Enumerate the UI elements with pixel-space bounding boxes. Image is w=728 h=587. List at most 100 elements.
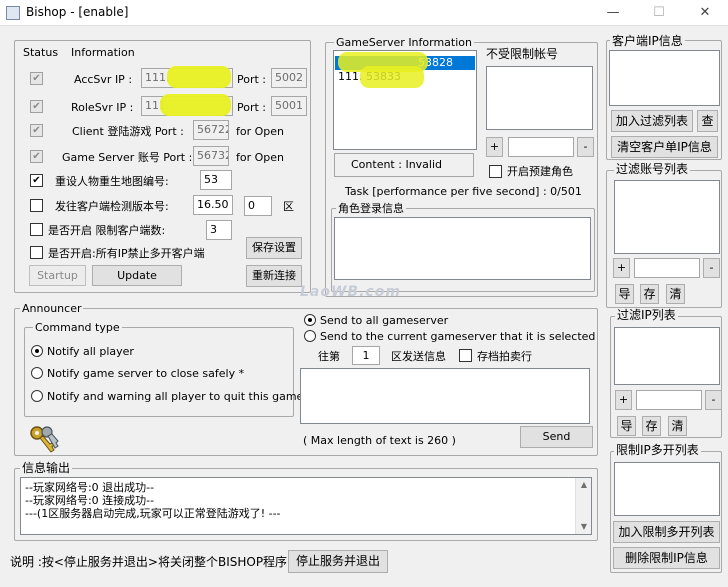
footer-note: 说明 :按<停止服务并退出>将关闭整个BISHOP程序 [10, 555, 288, 569]
notify-all-radio[interactable] [31, 345, 43, 357]
update-button[interactable]: Update [92, 265, 182, 286]
send-button[interactable]: Send [520, 426, 593, 448]
filter-account-clear-button[interactable]: 清 [666, 284, 685, 304]
send-all-radio[interactable] [304, 314, 316, 326]
check-button[interactable]: 查 [697, 110, 718, 132]
filter-ip-remove-button[interactable]: - [705, 390, 722, 410]
acc-port-field: 5002 [271, 68, 307, 88]
gameserver-title: GameServer Information [334, 36, 474, 49]
multi-limit-list[interactable] [614, 462, 720, 516]
send-current-label: Send to the current gameserver that it i… [320, 330, 596, 343]
acc-port-label: Port : [237, 73, 267, 86]
client-open-label: for Open [236, 125, 285, 138]
filter-ip-title: 过滤IP列表 [615, 308, 678, 322]
version-checkbox[interactable] [30, 199, 43, 212]
client-ip-list[interactable] [609, 50, 720, 106]
client-ip-title: 客户端IP信息 [610, 34, 685, 48]
filter-account-save-button[interactable]: 存 [640, 284, 659, 304]
respawn-label: 重设人物重生地图编号: [55, 175, 169, 188]
clear-client-ip-button[interactable]: 清空客户单IP信息 [611, 136, 718, 158]
gs-status-checkbox: ✔ [30, 150, 43, 163]
save-settings-button[interactable]: 保存设置 [246, 237, 302, 259]
filter-ip-add-button[interactable]: + [615, 390, 632, 410]
max-length-note: ( Max length of text is 260 ) [303, 434, 456, 447]
redaction-mark [167, 66, 231, 88]
log-scrollbar[interactable]: ▲ ▼ [575, 478, 591, 534]
version-input[interactable]: 16.50 [193, 195, 233, 215]
delete-multi-limit-button[interactable]: 删除限制IP信息 [613, 547, 720, 569]
minimize-button[interactable]: — [590, 0, 636, 26]
unlimited-account-input[interactable] [508, 137, 574, 157]
filter-account-remove-button[interactable]: - [703, 258, 720, 278]
multi-limit-title: 限制IP多开列表 [614, 443, 701, 457]
limit-input[interactable]: 3 [206, 220, 232, 240]
redaction-mark [360, 66, 424, 88]
announce-zone-input[interactable]: 1 [352, 346, 380, 365]
gs-open-label: for Open [236, 151, 285, 164]
filter-account-import-button[interactable]: 导 [615, 284, 634, 304]
precreate-label: 开启预建角色 [507, 165, 573, 178]
role-status-checkbox: ✔ [30, 100, 43, 113]
title-bar: Bishop - [enable] — ☐ ✕ [0, 0, 728, 26]
content-status: Content : Invalid [334, 153, 474, 177]
send-current-radio[interactable] [304, 330, 316, 342]
role-login-list[interactable] [334, 217, 591, 280]
announce-text-input[interactable] [300, 368, 590, 424]
respawn-checkbox[interactable]: ✔ [30, 174, 43, 187]
app-icon [6, 6, 20, 20]
filter-ip-clear-button[interactable]: 清 [668, 416, 687, 436]
reconnect-button[interactable]: 重新连接 [246, 265, 302, 287]
add-filter-button[interactable]: 加入过滤列表 [611, 110, 693, 132]
filter-ip-list[interactable] [614, 327, 720, 385]
client-status-checkbox: ✔ [30, 124, 43, 137]
unlimited-accounts-list[interactable] [486, 66, 593, 130]
notify-quit-label: Notify and warning all player to quit th… [47, 390, 313, 403]
filter-account-title: 过滤账号列表 [614, 162, 691, 176]
log-line: --玩家网络号:0 连接成功-- [25, 494, 155, 507]
info-output-title: 信息输出 [20, 461, 73, 475]
notify-close-radio[interactable] [31, 367, 43, 379]
announcer-title: Announcer [20, 302, 84, 315]
status-header: Status [23, 46, 59, 59]
scroll-down-icon[interactable]: ▼ [576, 522, 591, 531]
unlimited-remove-button[interactable]: - [577, 137, 594, 157]
respawn-map-input[interactable]: 53 [200, 170, 232, 190]
version-label: 发往客户端检测版本号: [55, 200, 169, 213]
archive-checkbox[interactable] [459, 349, 472, 362]
information-header: Information [71, 46, 135, 59]
zone-suffix-label: 区发送信息 [391, 350, 446, 363]
filter-account-input[interactable] [634, 258, 700, 278]
startup-button[interactable]: Startup [29, 265, 86, 286]
log-line: ---(1区服务器启动完成,玩家可以正常登陆游戏了! --- [25, 507, 281, 520]
limit-checkbox[interactable] [30, 223, 43, 236]
multi-label: 是否开启:所有IP禁止多开客户端 [48, 247, 205, 260]
filter-ip-save-button[interactable]: 存 [642, 416, 661, 436]
close-button[interactable]: ✕ [682, 0, 728, 26]
multi-checkbox[interactable] [30, 246, 43, 259]
client-port-field: 56722 [193, 120, 229, 140]
watermark: LaoWB.com [300, 284, 401, 300]
stop-service-button[interactable]: 停止服务并退出 [288, 550, 388, 573]
notify-quit-radio[interactable] [31, 390, 43, 402]
filter-account-list[interactable] [614, 180, 720, 254]
filter-ip-input[interactable] [636, 390, 702, 410]
acc-ip-label: AccSvr IP : [74, 73, 133, 86]
send-all-label: Send to all gameserver [320, 314, 449, 327]
add-multi-limit-button[interactable]: 加入限制多开列表 [613, 521, 720, 543]
maximize-button[interactable]: ☐ [636, 0, 682, 26]
zone-input[interactable]: 0 [244, 196, 272, 216]
scroll-up-icon[interactable]: ▲ [576, 480, 591, 489]
unlimited-add-button[interactable]: + [486, 137, 503, 157]
zone-prefix-label: 往第 [318, 350, 340, 363]
role-ip-label: RoleSvr IP : [71, 101, 134, 114]
precreate-checkbox[interactable] [489, 165, 502, 178]
info-output-log[interactable]: --玩家网络号:0 退出成功-- --玩家网络号:0 连接成功-- ---(1区… [20, 477, 592, 535]
filter-account-add-button[interactable]: + [613, 258, 630, 278]
task-performance: Task [performance per five second] : 0/5… [345, 185, 582, 198]
zone-label: 区 [283, 200, 294, 213]
notify-close-label: Notify game server to close safely * [47, 367, 245, 380]
log-line: --玩家网络号:0 退出成功-- [25, 481, 155, 494]
filter-ip-import-button[interactable]: 导 [617, 416, 636, 436]
gs-port-field: 56732 [193, 146, 229, 166]
client-port-label: Client 登陆游戏 Port : [72, 125, 184, 138]
